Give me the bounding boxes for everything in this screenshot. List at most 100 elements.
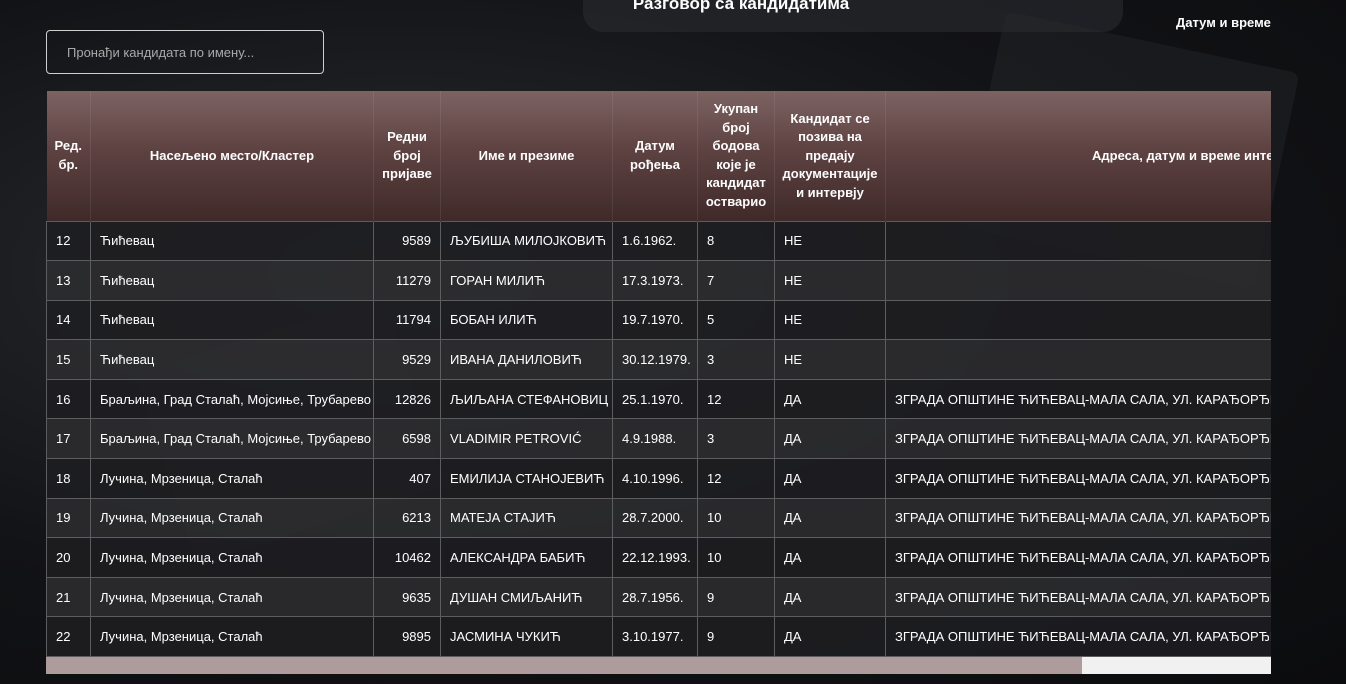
table-cell	[885, 299, 1271, 341]
column-header: Кандидат се позива на предају документац…	[774, 91, 886, 221]
table-cell: МАТЕЈА СТАЈИЋ	[440, 497, 613, 539]
table-cell: Ћићевац	[90, 339, 374, 380]
table-row[interactable]: 21 Лучина, Мрзеница, Сталаћ 9635 ДУШАН СМИЉ…	[46, 576, 1271, 618]
table-cell: ДУШАН СМИЉАНИЋ	[440, 576, 613, 618]
table-cell: 19	[46, 497, 91, 539]
table-cell: 25.1.1970.	[612, 378, 698, 420]
table-cell: 10462	[373, 537, 441, 578]
candidates-table-container[interactable]: Ред. бр. Насељено место/Кластер Редни број…	[46, 91, 1271, 657]
table-cell: 5	[697, 299, 775, 341]
table-cell: 10	[697, 537, 775, 578]
scrollbar-thumb[interactable]	[46, 657, 1082, 674]
table-cell: 1.6.1962.	[612, 220, 698, 262]
table-cell: 21	[46, 576, 91, 618]
table-cell: 20	[46, 537, 91, 578]
table-cell: ЕМИЛИЈА СТАНОЈЕВИЋ	[440, 458, 613, 499]
candidate-search-input[interactable]	[46, 30, 324, 74]
table-cell: 28.7.2000.	[612, 497, 698, 539]
column-header: Укупан број бодова које је кандидат оств…	[697, 91, 775, 221]
table-cell: 17	[46, 418, 91, 460]
table-row[interactable]: 12 Ћићевац 9589 ЉУБИША МИЛОЈКОВИЋ 1.6.1962. 8…	[46, 220, 1271, 262]
table-cell: 8	[697, 220, 775, 262]
table-cell: НЕ	[774, 299, 886, 341]
table-cell: 3	[697, 418, 775, 460]
table-cell: 11279	[373, 260, 441, 301]
table-header-row: Ред. бр. Насељено место/Кластер Редни број…	[46, 91, 1271, 221]
table-cell: 4.10.1996.	[612, 458, 698, 499]
table-cell: ЗГРАДА ОПШТИНЕ ЋИЋЕВАЦ-МАЛА САЛА, УЛ. КА…	[885, 458, 1271, 499]
table-cell: 4.9.1988.	[612, 418, 698, 460]
page-title: Разговор са кандидатима	[632, 0, 850, 13]
table-cell: Лучина, Мрзеница, Сталаћ	[90, 616, 374, 657]
table-cell: ЗГРАДА ОПШТИНЕ ЋИЋЕВАЦ-МАЛА САЛА, УЛ. КА…	[885, 378, 1271, 420]
table-row[interactable]: 20 Лучина, Мрзеница, Сталаћ 10462 АЛЕКСАНДР…	[46, 537, 1271, 578]
table-cell: ДА	[774, 458, 886, 499]
table-cell: 9529	[373, 339, 441, 380]
table-cell: 407	[373, 458, 441, 499]
table-cell: 17.3.1973.	[612, 260, 698, 301]
table-row[interactable]: 19 Лучина, Мрзеница, Сталаћ 6213 МАТЕЈА СТА…	[46, 497, 1271, 539]
column-header: Насељено место/Кластер	[90, 91, 374, 221]
table-cell: 9	[697, 616, 775, 657]
table-cell: ИВАНА ДАНИЛОВИЋ	[440, 339, 613, 380]
table-row[interactable]: 22 Лучина, Мрзеница, Сталаћ 9895 ЈАСМИНА ЧУ…	[46, 616, 1271, 657]
table-cell: Браљина, Град Сталаћ, Мојсиње, Трубарево	[90, 378, 374, 420]
column-header: Редни број пријаве	[373, 91, 441, 221]
table-cell: 3	[697, 339, 775, 380]
table-cell: 22	[46, 616, 91, 657]
table-cell: 6213	[373, 497, 441, 539]
table-row[interactable]: 13 Ћићевац 11279 ГОРАН МИЛИЋ 17.3.1973. 7 НЕ	[46, 260, 1271, 301]
table-cell: ГОРАН МИЛИЋ	[440, 260, 613, 301]
table-cell: 11794	[373, 299, 441, 341]
column-header: Име и презиме	[440, 91, 613, 221]
table-cell: 9589	[373, 220, 441, 262]
table-row[interactable]: 16 Браљина, Град Сталаћ, Мојсиње, Трубаре…	[46, 378, 1271, 420]
table-cell: ЈАСМИНА ЧУКИЋ	[440, 616, 613, 657]
table-row[interactable]: 14 Ћићевац 11794 БОБАН ИЛИЋ 19.7.1970. 5 НЕ	[46, 299, 1271, 341]
table-cell: ДА	[774, 616, 886, 657]
table-cell: 6598	[373, 418, 441, 460]
candidates-table: Ред. бр. Насељено место/Кластер Редни број…	[46, 91, 1271, 657]
table-cell	[885, 339, 1271, 380]
table-cell: ЗГРАДА ОПШТИНЕ ЋИЋЕВАЦ-МАЛА САЛА, УЛ. КА…	[885, 418, 1271, 460]
table-cell: 12	[46, 220, 91, 262]
table-cell: НЕ	[774, 220, 886, 262]
horizontal-scrollbar[interactable]	[46, 657, 1271, 674]
table-cell: НЕ	[774, 339, 886, 380]
table-cell: 3.10.1977.	[612, 616, 698, 657]
table-cell: ДА	[774, 418, 886, 460]
table-cell: Ћићевац	[90, 220, 374, 262]
table-cell: 12826	[373, 378, 441, 420]
table-cell: ЗГРАДА ОПШТИНЕ ЋИЋЕВАЦ-МАЛА САЛА, УЛ. КА…	[885, 497, 1271, 539]
table-cell: 16	[46, 378, 91, 420]
column-header: Датум рођења	[612, 91, 698, 221]
table-cell: 22.12.1993.	[612, 537, 698, 578]
table-cell: ДА	[774, 576, 886, 618]
table-cell: ДА	[774, 497, 886, 539]
table-cell	[885, 260, 1271, 301]
table-cell: 12	[697, 458, 775, 499]
table-cell: АЛЕКСАНДРА БАБИЋ	[440, 537, 613, 578]
table-row[interactable]: 18 Лучина, Мрзеница, Сталаћ 407 ЕМИЛИЈА СТА…	[46, 458, 1271, 499]
table-cell: 9	[697, 576, 775, 618]
table-cell: 28.7.1956.	[612, 576, 698, 618]
table-cell	[885, 220, 1271, 262]
table-cell: ЉУБИША МИЛОЈКОВИЋ	[440, 220, 613, 262]
table-cell: ЗГРАДА ОПШТИНЕ ЋИЋЕВАЦ-МАЛА САЛА, УЛ. КА…	[885, 616, 1271, 657]
table-cell: Лучина, Мрзеница, Сталаћ	[90, 537, 374, 578]
table-cell: БОБАН ИЛИЋ	[440, 299, 613, 341]
table-cell: Лучина, Мрзеница, Сталаћ	[90, 576, 374, 618]
table-row[interactable]: 17 Браљина, Град Сталаћ, Мојсиње, Трубаре…	[46, 418, 1271, 460]
table-cell: 12	[697, 378, 775, 420]
table-cell: 13	[46, 260, 91, 301]
table-cell: ЗГРАДА ОПШТИНЕ ЋИЋЕВАЦ-МАЛА САЛА, УЛ. КА…	[885, 537, 1271, 578]
table-cell: НЕ	[774, 260, 886, 301]
date-time-label: Датум и време	[1176, 15, 1271, 30]
column-header: Ред. бр.	[54, 138, 82, 172]
table-cell: ДА	[774, 537, 886, 578]
table-cell: 18	[46, 458, 91, 499]
table-cell: ЉИЉАНА СТЕФАНОВИЦ	[440, 378, 613, 420]
table-row[interactable]: 15 Ћићевац 9529 ИВАНА ДАНИЛОВИЋ 30.12.1979. 3…	[46, 339, 1271, 380]
table-cell: Лучина, Мрзеница, Сталаћ	[90, 497, 374, 539]
table-cell: VLADIMIR PETROVIĆ	[440, 418, 613, 460]
